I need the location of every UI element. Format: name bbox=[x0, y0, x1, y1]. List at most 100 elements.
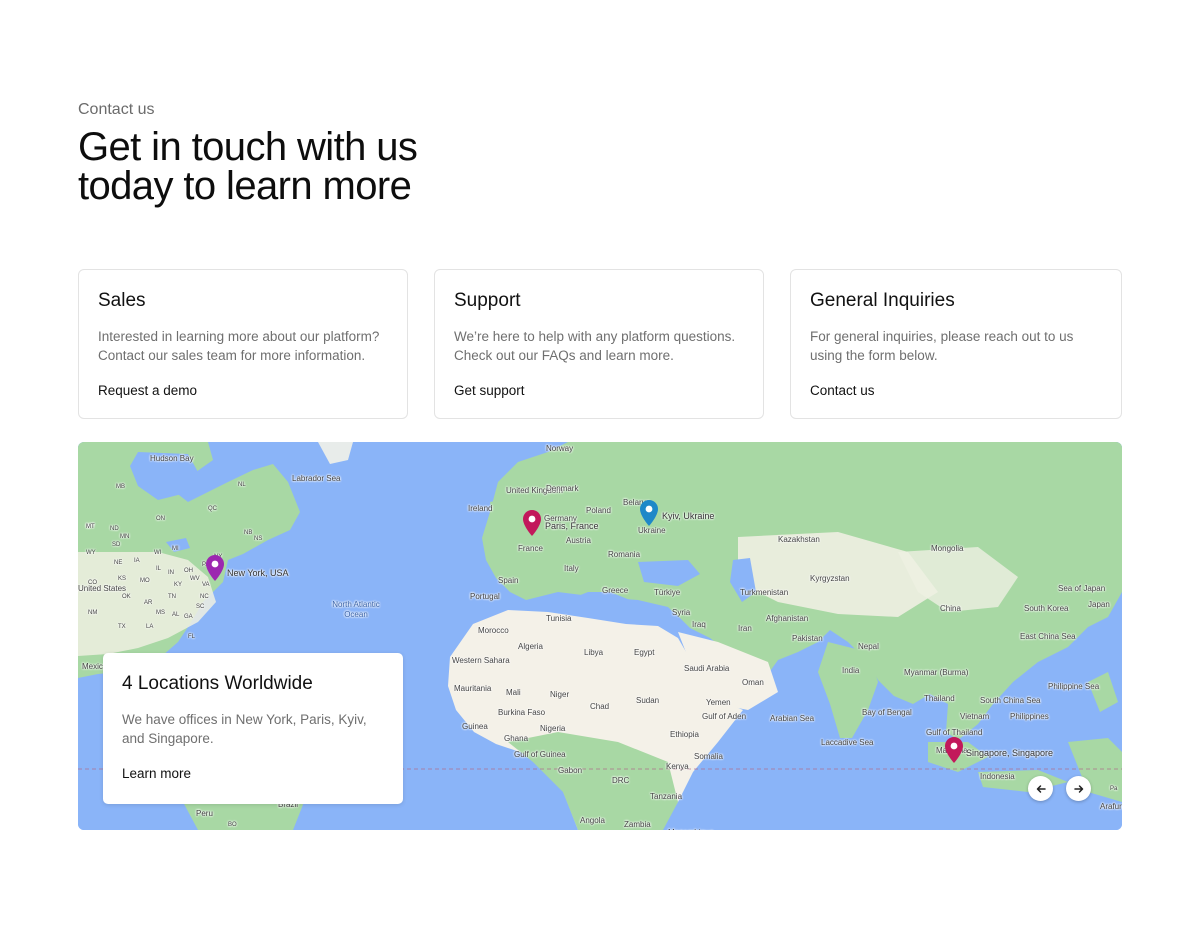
map-place-label: CO bbox=[88, 580, 97, 586]
map-place-label: France bbox=[518, 544, 543, 553]
map-place-label: VA bbox=[202, 582, 210, 588]
map-place-label: Ethiopia bbox=[670, 730, 699, 739]
map-place-label: BO bbox=[228, 822, 237, 828]
map-place-label: Austria bbox=[566, 536, 591, 545]
map-place-label: Western Sahara bbox=[452, 656, 510, 665]
map-place-label: Indonesia bbox=[980, 772, 1015, 781]
map-place-label: Norway bbox=[546, 444, 574, 453]
page-title: Get in touch with us today to learn more bbox=[78, 125, 418, 208]
map-place-label: KS bbox=[118, 576, 127, 582]
map-place-label: Iraq bbox=[692, 620, 706, 629]
map-place-label: South China Sea bbox=[980, 696, 1041, 705]
locations-overlay-card: 4 Locations Worldwide We have offices in… bbox=[103, 653, 403, 804]
map-place-label: LA bbox=[146, 624, 154, 630]
map-place-label: Saudi Arabia bbox=[684, 664, 730, 673]
support-card: Support We’re here to help with any plat… bbox=[434, 269, 764, 419]
map-place-label: NB bbox=[244, 530, 253, 536]
map-place-label: Syria bbox=[672, 608, 691, 617]
map-place-label: Gulf of Thailand bbox=[926, 728, 983, 737]
map-place-label: IN bbox=[168, 570, 174, 576]
map-place-label: Spain bbox=[498, 576, 519, 585]
map-place-label: TN bbox=[168, 594, 176, 600]
map-place-label: FL bbox=[188, 634, 196, 640]
map-place-label: Gabon bbox=[558, 766, 583, 775]
map-place-label: DRC bbox=[612, 776, 630, 785]
map-place-label: Mauritania bbox=[454, 684, 492, 693]
map-pin-icon[interactable] bbox=[206, 555, 224, 581]
request-demo-link[interactable]: Request a demo bbox=[98, 383, 197, 398]
map-place-label: AL bbox=[172, 612, 180, 618]
map-place-label: Denmark bbox=[546, 484, 579, 493]
map-place-label: QC bbox=[208, 506, 217, 512]
next-button[interactable] bbox=[1066, 776, 1091, 801]
get-support-link[interactable]: Get support bbox=[454, 383, 525, 398]
card-title: Support bbox=[454, 290, 521, 311]
map-place-label: Thailand bbox=[924, 694, 955, 703]
map-place-label: NS bbox=[254, 536, 263, 542]
map-place-label: IA bbox=[134, 558, 140, 564]
map-place-label: MS bbox=[156, 610, 165, 616]
map-place-label: NL bbox=[238, 482, 246, 488]
pin-label-singapore: Singapore, Singapore bbox=[966, 748, 1054, 758]
map-place-label: Morocco bbox=[478, 626, 509, 635]
map-place-label: Yemen bbox=[706, 698, 731, 707]
world-map[interactable]: Hudson Bay Labrador Sea Norway United Kingd… bbox=[78, 442, 1122, 830]
map-pin-icon[interactable] bbox=[640, 500, 658, 526]
map-place-label: United States bbox=[78, 584, 127, 593]
map-pin-icon[interactable] bbox=[523, 510, 541, 536]
map-place-label: Vietnam bbox=[960, 712, 990, 721]
map-place-label: Laccadive Sea bbox=[821, 738, 874, 747]
map-place-label: Myanmar (Burma) bbox=[904, 668, 969, 677]
map-place-label: ON bbox=[156, 516, 165, 522]
map-place-label: Hudson Bay bbox=[150, 454, 194, 463]
map-place-label: Iran bbox=[738, 624, 752, 633]
overlay-title: 4 Locations Worldwide bbox=[122, 673, 313, 694]
map-place-label: OH bbox=[184, 568, 193, 574]
arrow-left-icon bbox=[1036, 784, 1046, 793]
map-place-label: Ireland bbox=[468, 504, 493, 513]
map-place-label: Greece bbox=[602, 586, 629, 595]
card-title: General Inquiries bbox=[810, 290, 955, 311]
map-place-label: KY bbox=[174, 582, 183, 588]
map-place-label: Pakistan bbox=[792, 634, 823, 643]
pin-label-new-york: New York, USA bbox=[227, 568, 289, 578]
map-place-label: Peru bbox=[196, 809, 213, 818]
map-place-label: South Korea bbox=[1024, 604, 1069, 613]
map-place-label: WV bbox=[190, 576, 200, 582]
prev-button[interactable] bbox=[1028, 776, 1053, 801]
map-place-label: WY bbox=[86, 550, 96, 556]
ocean-label: North Atlantic Ocean bbox=[332, 600, 380, 619]
map-place-label: Afghanistan bbox=[766, 614, 809, 623]
map-place-label: Libya bbox=[584, 648, 604, 657]
map-place-label: Italy bbox=[564, 564, 579, 573]
map-place-label: Pa bbox=[1110, 786, 1118, 792]
map-place-label: Türkiye bbox=[654, 588, 681, 597]
map-place-label: Ghana bbox=[504, 734, 529, 743]
map-place-label: SD bbox=[112, 542, 121, 548]
map-place-label: Niger bbox=[550, 690, 570, 699]
learn-more-link[interactable]: Learn more bbox=[122, 766, 191, 781]
eyebrow: Contact us bbox=[78, 101, 155, 118]
map-place-label: ND bbox=[110, 526, 119, 532]
map-place-label: SC bbox=[196, 604, 205, 610]
map-place-label: TX bbox=[118, 624, 126, 630]
map-place-label: Nigeria bbox=[540, 724, 566, 733]
map-place-label: Japan bbox=[1088, 600, 1110, 609]
contact-us-link[interactable]: Contact us bbox=[810, 383, 875, 398]
map-place-label: Gulf of Aden bbox=[702, 712, 747, 721]
map-pin-icon[interactable] bbox=[945, 737, 963, 763]
map-place-label: AR bbox=[144, 600, 153, 606]
map-place-label: Tunisia bbox=[546, 614, 572, 623]
card-description: For general inquiries, please reach out … bbox=[810, 329, 1074, 363]
map-place-label: NC bbox=[200, 594, 209, 600]
map-place-label: Angola bbox=[580, 816, 605, 825]
map-place-label: Guinea bbox=[462, 722, 488, 731]
map-place-label: Poland bbox=[586, 506, 611, 515]
map-place-label: Mongolia bbox=[931, 544, 964, 553]
map-place-label: Burkina Faso bbox=[498, 708, 546, 717]
overlay-description: We have offices in New York, Paris, Kyiv… bbox=[122, 712, 367, 746]
map-place-label: MI bbox=[172, 546, 179, 552]
map-place-label: NE bbox=[114, 560, 123, 566]
map-place-label: OK bbox=[122, 594, 131, 600]
map-place-label: Algeria bbox=[518, 642, 543, 651]
